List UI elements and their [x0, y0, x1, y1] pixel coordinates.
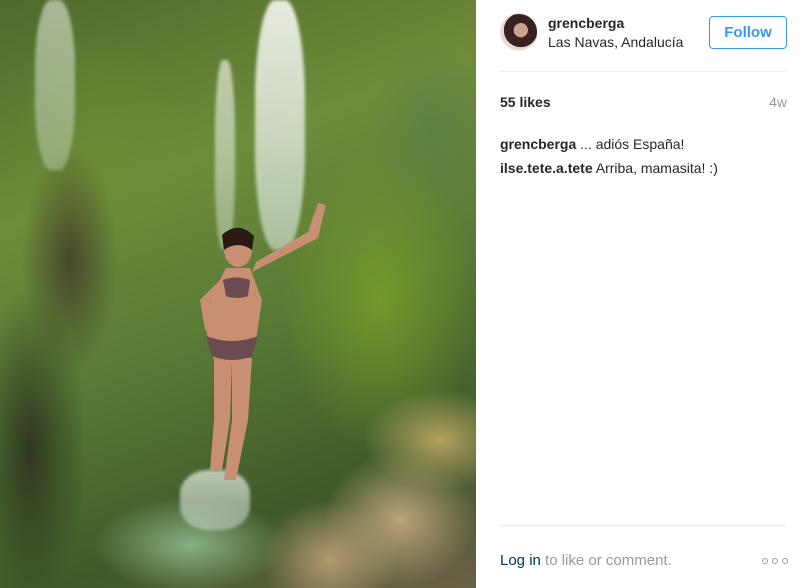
comment-item: ilse.tete.a.tete Arriba, mamasita! :)	[500, 156, 790, 180]
post-age[interactable]: 4w	[769, 94, 787, 110]
login-prompt: Log in to like or comment.	[500, 552, 672, 569]
comment-item: grencberga ... adiós España!	[500, 132, 790, 156]
comment-username[interactable]: grencberga	[500, 136, 576, 152]
comment-text: Arriba, mamasita! :)	[595, 160, 718, 176]
comment-list: grencberga ... adiós España! ilse.tete.a…	[500, 132, 790, 180]
header-divider	[500, 71, 787, 72]
more-options-icon[interactable]	[762, 557, 788, 565]
login-prompt-text: to like or comment.	[540, 552, 672, 569]
avatar[interactable]	[500, 13, 538, 51]
likes-count[interactable]: 55 likes	[500, 94, 551, 110]
post-photo[interactable]	[0, 0, 476, 588]
follow-button[interactable]: Follow	[709, 16, 787, 49]
comment-username[interactable]: ilse.tete.a.tete	[500, 160, 593, 176]
dot-icon	[772, 558, 778, 564]
login-link[interactable]: Log in	[500, 552, 541, 569]
post-location[interactable]: Las Navas, Andalucía	[548, 34, 698, 50]
dot-icon	[782, 558, 788, 564]
dot-icon	[762, 558, 768, 564]
footer-divider	[500, 525, 787, 526]
post-header: grencberga Las Navas, Andalucía Follow	[476, 0, 805, 71]
comment-text: ... adiós España!	[580, 136, 685, 152]
person-figure	[200, 203, 326, 480]
post-sidebar: grencberga Las Navas, Andalucía Follow 5…	[476, 0, 805, 588]
post-username[interactable]: grencberga	[548, 15, 624, 31]
